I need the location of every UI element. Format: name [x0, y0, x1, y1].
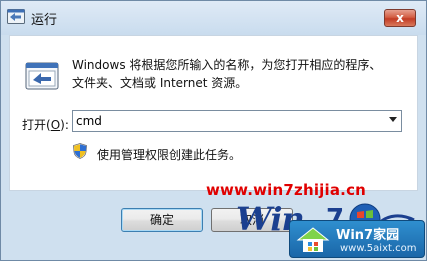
- uac-shield-icon: [73, 143, 87, 159]
- open-label-suffix: ):: [60, 118, 69, 132]
- run-icon: [7, 9, 25, 24]
- dialog-body: Windows 将根据您所输入的名称，为您打开相应的程序、 文件夹、文档或 In…: [9, 35, 418, 191]
- open-combobox[interactable]: [72, 110, 402, 132]
- description-line-2: 文件夹、文档或 Internet 资源。: [72, 76, 248, 90]
- ok-button[interactable]: 确定: [121, 208, 203, 232]
- site-domain: www.5aixt.com: [340, 243, 417, 254]
- watermark-url: www.win7zhijia.cn: [206, 181, 367, 199]
- open-input[interactable]: [76, 113, 376, 129]
- admin-privilege-note: 使用管理权限创建此任务。: [97, 148, 242, 162]
- window-title: 运行: [31, 13, 58, 28]
- house-icon: [296, 226, 330, 254]
- close-button[interactable]: x: [384, 9, 416, 27]
- open-label-prefix: 打开(: [22, 118, 51, 132]
- open-label-accesskey: O: [50, 118, 61, 132]
- open-field-label: 打开(O):: [22, 116, 69, 133]
- run-app-icon: [25, 61, 59, 91]
- close-icon: x: [396, 11, 404, 25]
- run-dialog: 运行 x Windows 将根据您所输入的名称，为您打开相应的程序、 文件夹、文…: [0, 0, 427, 261]
- site-name: Win7家园: [336, 228, 400, 243]
- title-bar[interactable]: 运行 x: [1, 1, 426, 35]
- description-line-1: Windows 将根据您所输入的名称，为您打开相应的程序、: [72, 58, 382, 72]
- site-badge: Win7家园 www.5aixt.com: [289, 220, 425, 258]
- chevron-down-icon[interactable]: [389, 117, 397, 122]
